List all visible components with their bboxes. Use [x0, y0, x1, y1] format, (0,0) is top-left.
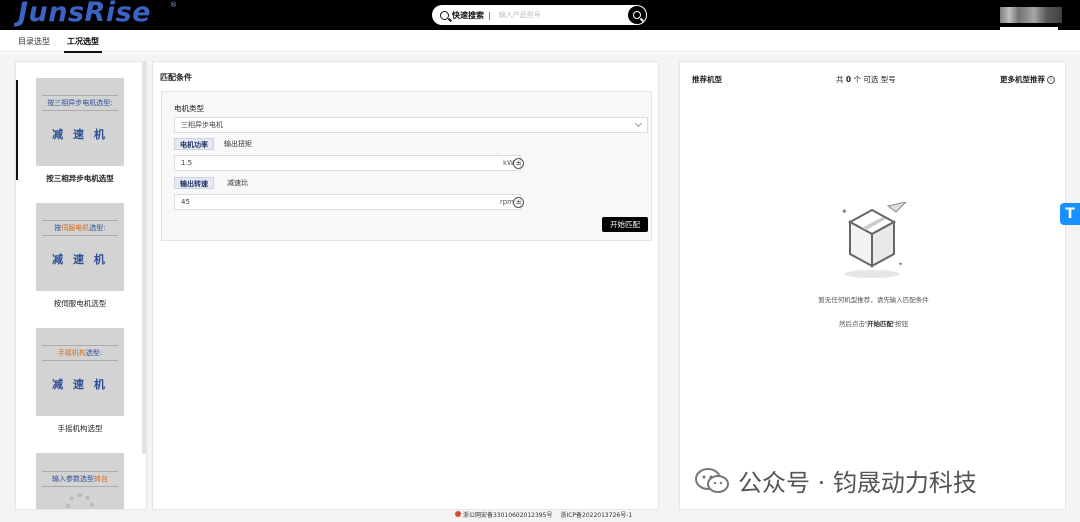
motor-type-value: 三相异步电机	[181, 121, 223, 129]
empty-hint: 然后点击'开始匹配'按钮	[680, 318, 1067, 328]
selection-image-hand-crank[interactable]: 手摇机构选型: 减 速 机	[36, 328, 124, 416]
tab-working-condition[interactable]: 工况选型	[64, 36, 102, 53]
tab-bar: 目录选型 工况选型	[0, 30, 1080, 53]
image-title: 减 速 机	[52, 253, 108, 266]
speed-unit: rpm	[499, 198, 514, 206]
panel-title: 匹配条件	[160, 73, 192, 82]
top-bar: JunsRise ® 快速搜索 | 输入产品型号	[0, 0, 1080, 30]
empty-box-icon: ✦ ✦	[841, 202, 907, 278]
selection-label-async-motor[interactable]: 按三相异步电机选型	[16, 173, 144, 184]
speed-value: 45	[181, 198, 190, 206]
wechat-watermark: 公众号 · 钧晟动力科技	[694, 463, 977, 498]
image-caption: 按三相异步电机选型:	[42, 95, 118, 111]
scrollbar[interactable]	[142, 62, 146, 454]
empty-message: 暂无任何机型推荐，请先输入匹配条件	[818, 296, 929, 304]
image-caption: 按伺服电机选型:	[42, 220, 118, 236]
search-label: 快速搜索	[452, 10, 484, 20]
image-title: 减 速 机	[52, 378, 108, 391]
search-button[interactable]	[628, 6, 646, 24]
more-models-link[interactable]: 更多机型推荐 i	[1000, 74, 1055, 85]
svg-text:✦: ✦	[841, 207, 848, 216]
selection-image-turntable[interactable]: 输入参数选型转台	[36, 453, 124, 509]
image-title: 减 速 机	[52, 128, 108, 141]
wechat-icon	[695, 467, 729, 493]
chevron-down-icon	[634, 119, 643, 128]
active-indicator	[16, 80, 18, 180]
police-record[interactable]: 浙公网安备33010602012395号	[455, 510, 552, 519]
search-bar[interactable]: 快速搜索 | 输入产品型号	[432, 5, 647, 25]
search-separator: |	[488, 10, 491, 20]
match-conditions-panel: 匹配条件 电机类型 三相异步电机 电机功率 输出扭矩 1.5 kW ± 输出转速…	[152, 61, 659, 510]
motor-type-select[interactable]: 三相异步电机	[174, 117, 648, 133]
tab-reduction-ratio[interactable]: 减速比	[222, 177, 253, 189]
image-caption: 手摇机构选型:	[42, 345, 118, 361]
conditions-card: 电机类型 三相异步电机 电机功率 输出扭矩 1.5 kW ± 输出转速 减速比 …	[161, 91, 652, 241]
police-record-text: 浙公网安备33010602012395号	[463, 512, 553, 519]
tab-motor-power[interactable]: 电机功率	[174, 138, 214, 150]
count-value: 0	[845, 75, 852, 84]
selection-type-list: 按三相异步电机选型: 减 速 机 按三相异步电机选型 按伺服电机选型: 减 速 …	[15, 61, 147, 510]
police-badge-icon	[455, 511, 461, 517]
image-caption: 输入参数选型转台	[42, 471, 118, 487]
tab-catalog[interactable]: 目录选型	[18, 36, 50, 47]
search-button-icon	[633, 11, 641, 19]
power-input[interactable]: 1.5 kW	[174, 155, 521, 171]
recommend-title: 推荐机型	[692, 75, 722, 84]
floating-translate-button[interactable]: T	[1060, 203, 1080, 225]
watermark-text: 公众号 · 钧晟动力科技	[738, 469, 977, 497]
user-avatar[interactable]	[1000, 7, 1062, 23]
speed-input[interactable]: 45 rpm	[174, 194, 521, 210]
registered-mark: ®	[170, 1, 177, 9]
empty-hint-suffix: 按钮	[894, 320, 908, 328]
tab-output-speed[interactable]: 输出转速	[174, 177, 214, 189]
brand-logo[interactable]: JunsRise	[18, 0, 151, 28]
search-input[interactable]: 输入产品型号	[499, 10, 541, 20]
motor-type-label: 电机类型	[174, 104, 204, 113]
selection-image-servo-motor[interactable]: 按伺服电机选型: 减 速 机	[36, 203, 124, 291]
recommend-count: 共 0 个 可选 型号	[836, 74, 896, 85]
empty-hint-prefix: 然后点击	[839, 320, 865, 328]
speed-stepper-icon[interactable]: ±	[513, 197, 524, 208]
info-icon: i	[1047, 76, 1055, 84]
power-value: 1.5	[181, 159, 193, 167]
count-suffix: 个 可选 型号	[853, 75, 896, 84]
gear-icon	[66, 493, 94, 509]
tab-output-torque[interactable]: 输出扭矩	[219, 138, 257, 150]
footer: 浙公网安备33010602012395号 浙ICP备2022013726号-1	[455, 510, 632, 519]
count-prefix: 共	[836, 75, 844, 84]
selection-label-servo-motor[interactable]: 按伺服电机选型	[16, 298, 144, 309]
svg-text:✦: ✦	[898, 261, 903, 268]
selection-image-async-motor[interactable]: 按三相异步电机选型: 减 速 机	[36, 78, 124, 166]
empty-hint-action: '开始匹配'	[865, 320, 895, 328]
start-match-button[interactable]: 开始匹配	[602, 217, 648, 232]
power-stepper-icon[interactable]: ±	[513, 158, 524, 169]
search-icon	[440, 10, 449, 20]
more-models-label: 更多机型推荐	[1000, 75, 1045, 84]
icp-record[interactable]: 浙ICP备2022013726号-1	[560, 510, 632, 519]
recommendation-panel: 推荐机型 共 0 个 可选 型号 更多机型推荐 i ✦ ✦ 暂无任何机型推荐，请先…	[679, 61, 1066, 510]
selection-label-hand-crank[interactable]: 手摇机构选型	[16, 423, 144, 434]
